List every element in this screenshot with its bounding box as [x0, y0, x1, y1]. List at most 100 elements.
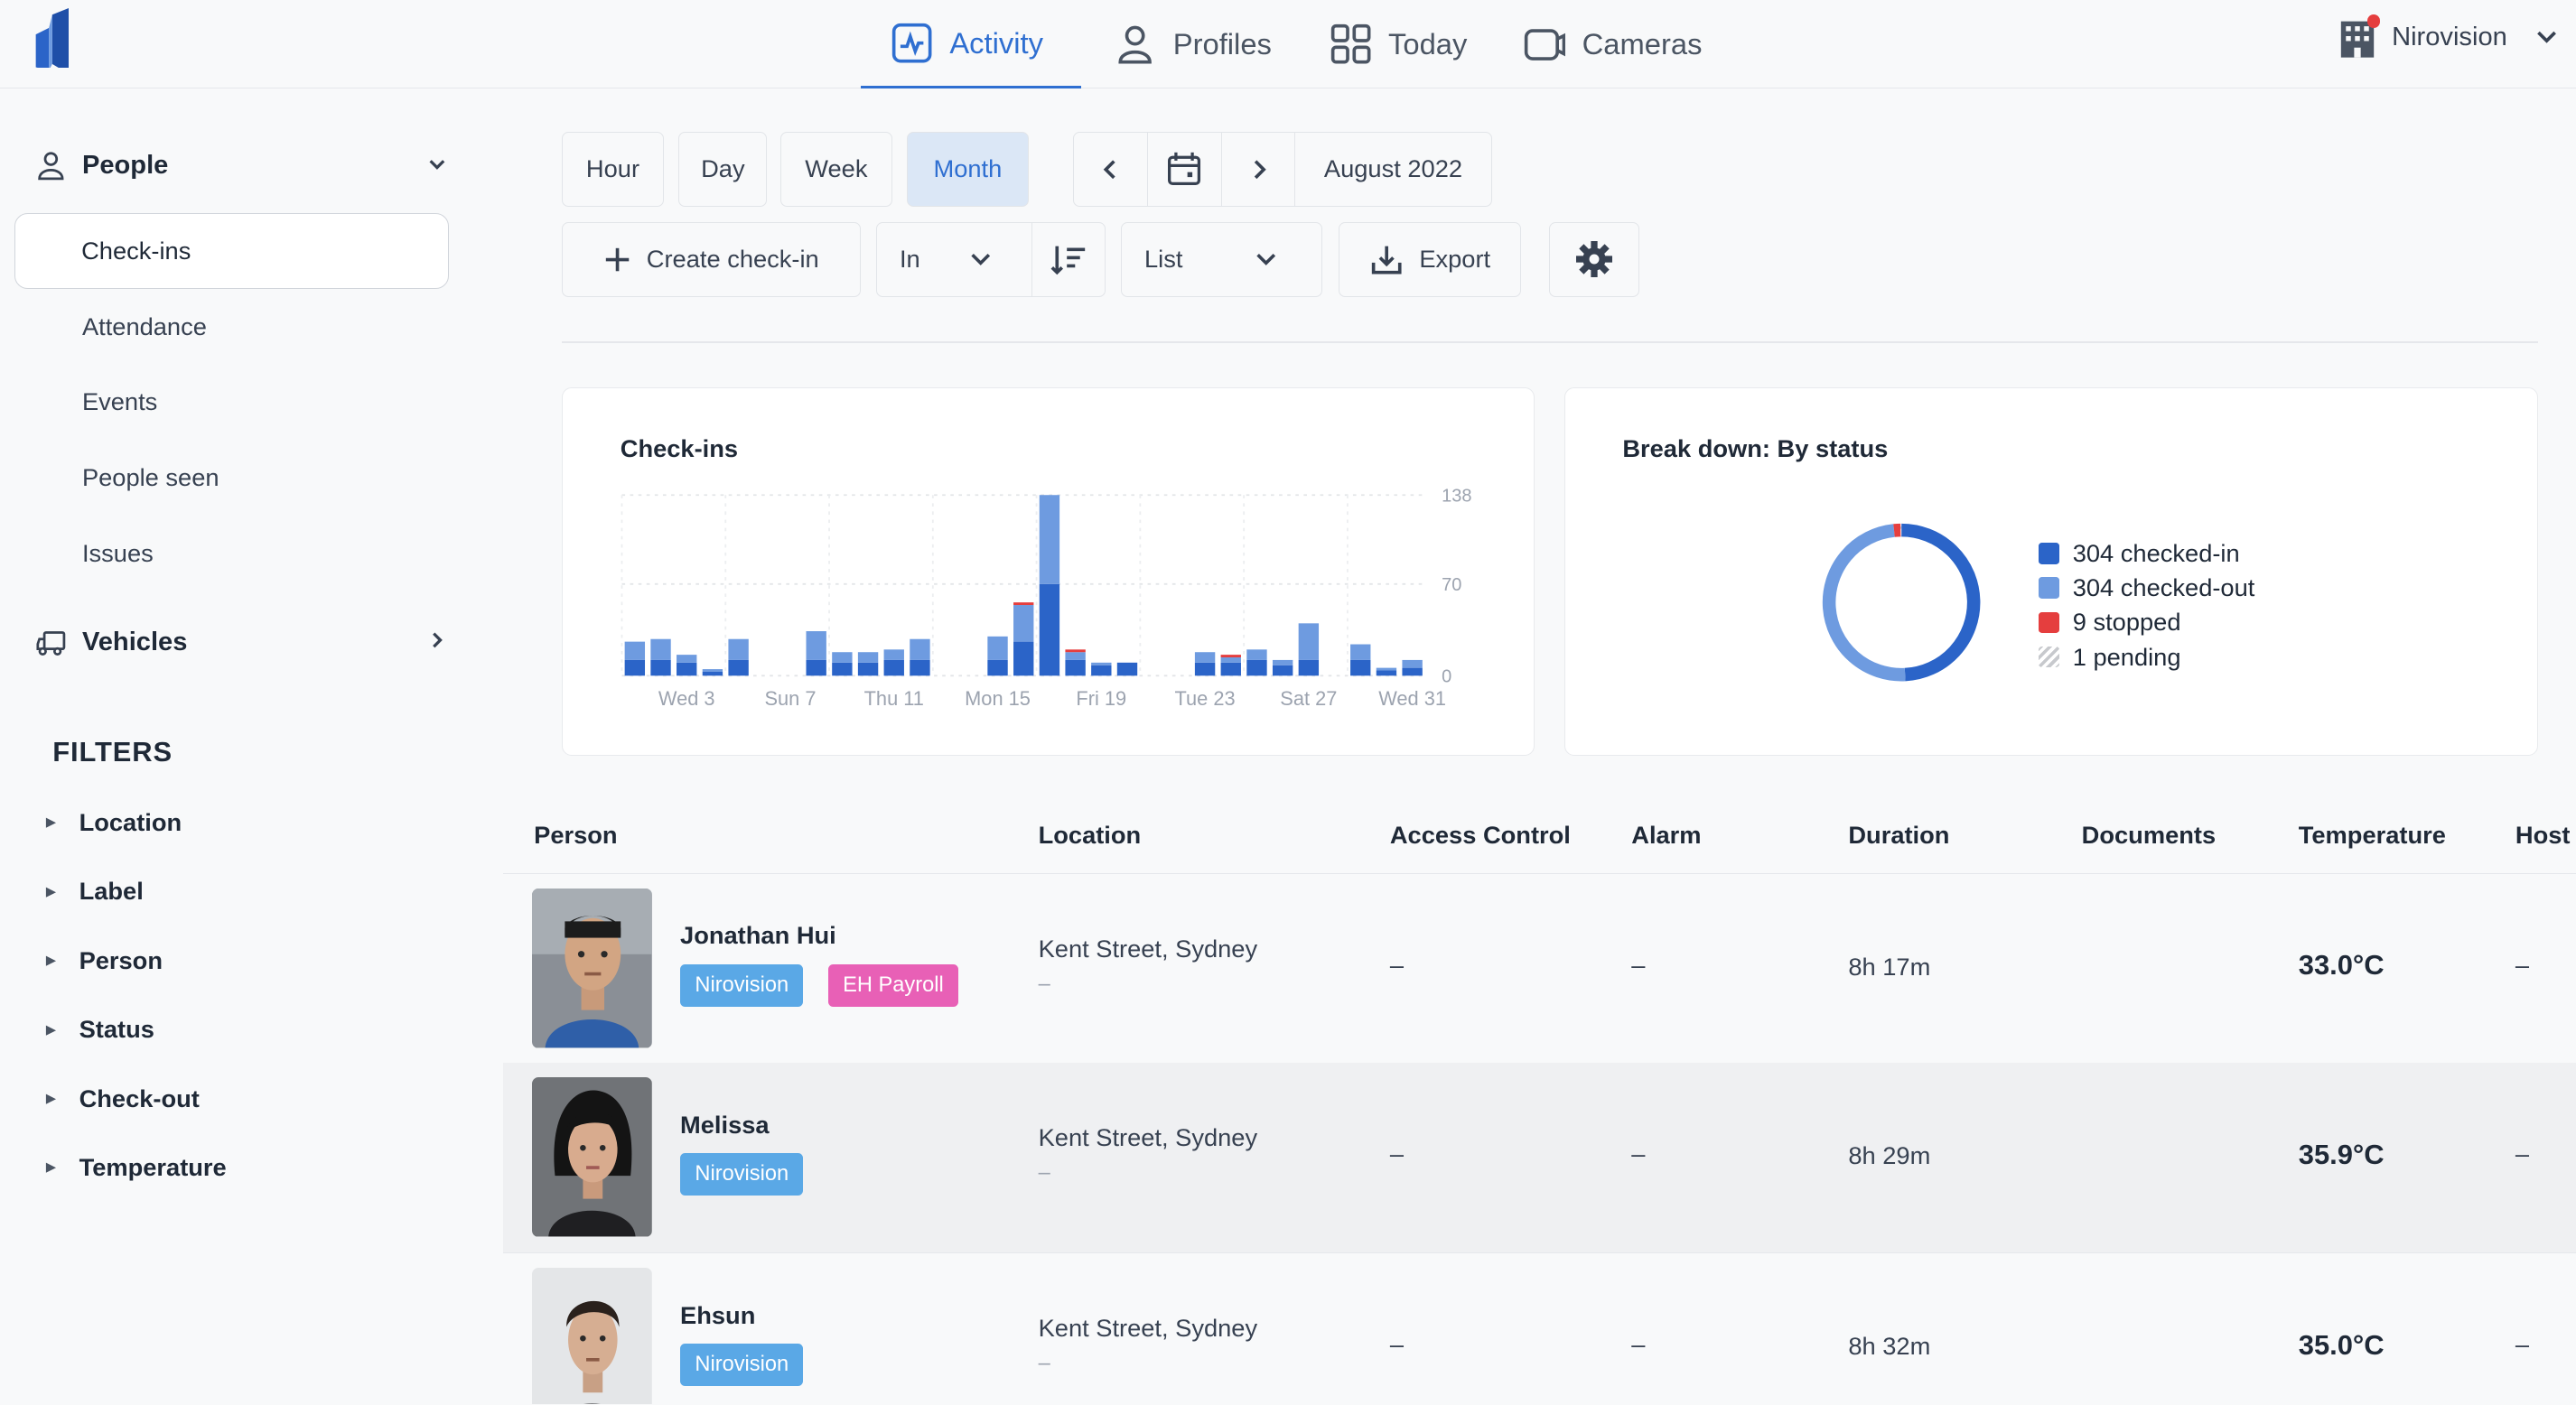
tab-activity[interactable]: Activity — [861, 0, 1081, 89]
bar-segment[interactable] — [650, 660, 671, 676]
filter-person[interactable]: ▶ Person — [46, 946, 163, 975]
bar-segment[interactable] — [1039, 495, 1060, 585]
range-month-button[interactable]: Month — [907, 131, 1029, 208]
bar-segment[interactable] — [832, 663, 853, 676]
bar-segment[interactable] — [1091, 665, 1112, 676]
bar-segment[interactable] — [1065, 652, 1086, 661]
sidebar-item-people-seen[interactable]: People seen — [82, 463, 219, 492]
filter-label[interactable]: ▶ Label — [46, 877, 144, 906]
bar-segment[interactable] — [1402, 667, 1423, 676]
bar-segment[interactable] — [677, 663, 697, 676]
bar-segment[interactable] — [1065, 660, 1086, 676]
bar-segment[interactable] — [1220, 663, 1242, 676]
bar-segment[interactable] — [1013, 641, 1034, 676]
label-tag[interactable]: Nirovision — [680, 1152, 804, 1196]
bar-segment[interactable] — [832, 652, 853, 664]
bar-segment[interactable] — [806, 631, 826, 661]
export-button[interactable]: Export — [1339, 221, 1522, 298]
bar-segment[interactable] — [728, 639, 749, 661]
bar-segment[interactable] — [702, 669, 723, 673]
bar-segment[interactable] — [624, 641, 646, 661]
bar-segment[interactable] — [1065, 649, 1086, 653]
bar-segment[interactable] — [1350, 644, 1371, 661]
next-period-button[interactable] — [1220, 131, 1297, 208]
range-week-button[interactable]: Week — [780, 131, 892, 208]
bar-segment[interactable] — [650, 639, 671, 661]
bar-segment[interactable] — [1273, 665, 1293, 676]
column-host[interactable]: Host — [2515, 821, 2571, 850]
filter-check-out[interactable]: ▶ Check-out — [46, 1084, 200, 1113]
prev-period-button[interactable] — [1072, 131, 1149, 208]
organization-switcher[interactable]: Nirovision — [2339, 0, 2560, 76]
bar-segment[interactable] — [987, 637, 1008, 661]
table-row[interactable]: Ehsun Nirovision Kent Street, Sydney – –… — [502, 1252, 2576, 1405]
label-tag[interactable]: EH Payroll — [827, 963, 959, 1008]
bar-segment[interactable] — [624, 660, 646, 676]
column-duration[interactable]: Duration — [1848, 821, 1949, 850]
sidebar-item-check-ins[interactable]: Check-ins — [14, 213, 449, 290]
bar-segment[interactable] — [1220, 657, 1242, 664]
bar-segment[interactable] — [910, 660, 930, 676]
column-access-control[interactable]: Access Control — [1390, 821, 1571, 850]
view-select[interactable]: List — [1120, 221, 1323, 298]
column-documents[interactable]: Documents — [2082, 821, 2216, 850]
tab-cameras[interactable]: Cameras — [1523, 0, 1702, 88]
donut-slice[interactable] — [1901, 523, 1981, 681]
filter-temperature[interactable]: ▶ Temperature — [46, 1153, 227, 1182]
sort-button[interactable] — [1031, 221, 1106, 298]
column-location[interactable]: Location — [1039, 821, 1142, 850]
label-tag[interactable]: Nirovision — [680, 1343, 804, 1387]
range-hour-button[interactable]: Hour — [562, 131, 664, 208]
tab-profiles[interactable]: Profiles — [1114, 0, 1272, 88]
bar-segment[interactable] — [1246, 660, 1267, 676]
bar-segment[interactable] — [1194, 663, 1216, 676]
tab-today[interactable]: Today — [1330, 0, 1467, 88]
filter-status[interactable]: ▶ Status — [46, 1015, 154, 1044]
table-row[interactable]: Jonathan Hui Nirovision EH Payroll Kent … — [502, 873, 2576, 1065]
filter-location[interactable]: ▶ Location — [46, 808, 182, 837]
table-row[interactable]: Melissa Nirovision Kent Street, Sydney –… — [502, 1062, 2576, 1253]
bar-segment[interactable] — [702, 672, 723, 676]
create-check-in-button[interactable]: Create check-in — [562, 221, 862, 298]
bar-segment[interactable] — [1220, 655, 1242, 658]
vehicles-section-toggle[interactable]: Vehicles — [36, 628, 447, 657]
bar-segment[interactable] — [1402, 660, 1423, 668]
bar-segment[interactable] — [987, 660, 1008, 676]
bar-segment[interactable] — [1246, 649, 1267, 661]
label-tag[interactable]: Nirovision — [680, 963, 804, 1008]
period-label[interactable]: August 2022 — [1294, 131, 1492, 208]
bar-segment[interactable] — [1194, 652, 1216, 664]
bar-segment[interactable] — [883, 660, 905, 676]
bar-segment[interactable] — [910, 639, 930, 661]
bar-segment[interactable] — [1116, 663, 1138, 676]
sidebar-item-issues[interactable]: Issues — [82, 539, 154, 568]
bar-segment[interactable] — [883, 649, 905, 661]
sidebar-item-attendance[interactable]: Attendance — [82, 312, 207, 341]
people-section-toggle[interactable]: People — [36, 151, 447, 181]
sidebar-item-events[interactable]: Events — [82, 387, 157, 416]
bar-segment[interactable] — [857, 663, 879, 676]
column-alarm[interactable]: Alarm — [1631, 821, 1701, 850]
person-name[interactable]: Ehsun — [680, 1301, 755, 1330]
column-person[interactable]: Person — [534, 821, 617, 850]
bar-segment[interactable] — [1013, 605, 1034, 642]
bar-segment[interactable] — [1350, 660, 1371, 676]
bar-segment[interactable] — [806, 660, 826, 676]
bar-segment[interactable] — [1376, 670, 1397, 676]
bar-segment[interactable] — [1091, 663, 1112, 666]
bar-segment[interactable] — [728, 660, 749, 676]
range-day-button[interactable]: Day — [678, 131, 768, 208]
bar-segment[interactable] — [1376, 667, 1397, 671]
column-temperature[interactable]: Temperature — [2299, 821, 2446, 850]
bar-segment[interactable] — [1298, 623, 1320, 661]
bar-segment[interactable] — [1298, 660, 1320, 676]
bar-segment[interactable] — [1039, 584, 1060, 676]
person-name[interactable]: Jonathan Hui — [680, 921, 836, 950]
settings-button[interactable] — [1549, 221, 1640, 298]
donut-slice[interactable] — [1823, 523, 1906, 681]
person-name[interactable]: Melissa — [680, 1111, 770, 1140]
bar-segment[interactable] — [857, 652, 879, 664]
nirovision-logo[interactable] — [33, 8, 72, 68]
bar-segment[interactable] — [677, 655, 697, 664]
direction-select[interactable]: In — [875, 221, 1034, 298]
